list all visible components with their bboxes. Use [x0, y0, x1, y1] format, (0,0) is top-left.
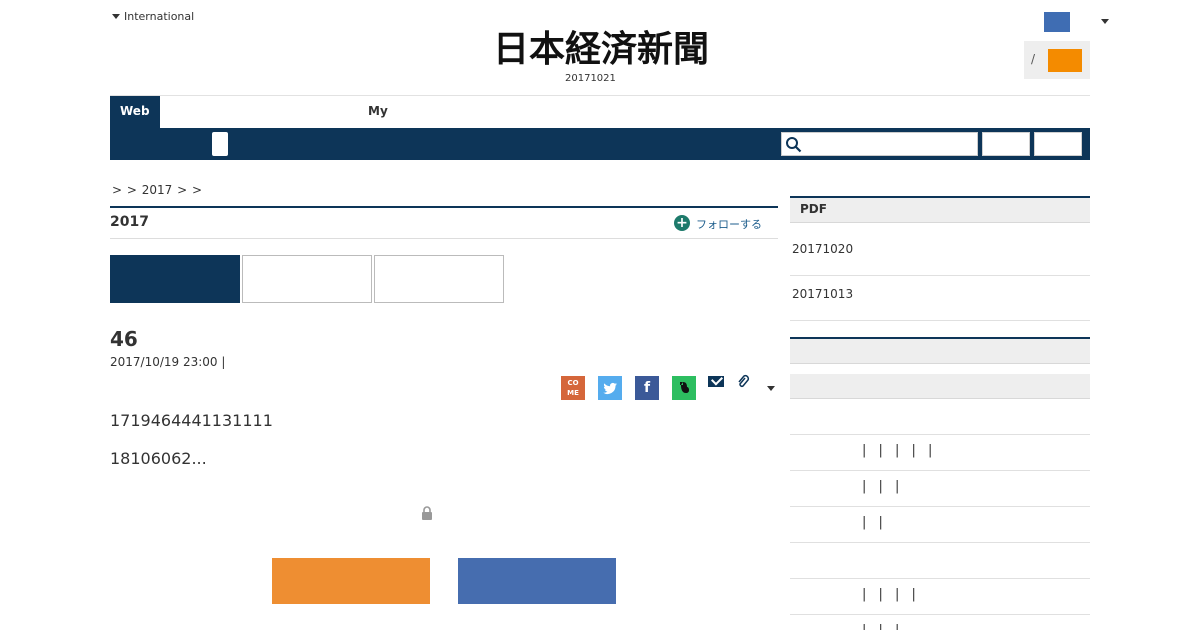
nikkei-logo[interactable]: 日本経済新聞: [454, 26, 748, 70]
paperclip-icon[interactable]: [736, 374, 750, 390]
ranking-row[interactable]: [790, 399, 1090, 435]
evernote-glyph: [680, 382, 689, 393]
pdf-list-item[interactable]: 20171013: [790, 269, 1090, 321]
ranking-row[interactable]: | |: [790, 507, 1090, 543]
ranking-header: [790, 337, 1090, 364]
advanced-search-button[interactable]: [1034, 132, 1082, 156]
caret-down-icon[interactable]: [1101, 19, 1109, 24]
international-menu[interactable]: International: [112, 10, 194, 23]
ranking-row[interactable]: | | | |: [790, 579, 1090, 615]
twitter-icon[interactable]: [598, 376, 622, 400]
caret-down-icon[interactable]: [767, 386, 775, 391]
ranking-row-text: | |: [862, 515, 887, 530]
login-cta-button[interactable]: [458, 558, 616, 604]
ranking-row-text: | | | |: [862, 587, 920, 602]
region-flag-button[interactable]: [1044, 12, 1070, 32]
subscribe-cta-button[interactable]: [272, 558, 430, 604]
ranking-row[interactable]: [790, 543, 1090, 579]
pdf-item-date: 20171020: [792, 242, 854, 256]
ranking-row-text: | | |: [862, 479, 904, 494]
nav-menu-item[interactable]: [212, 132, 228, 156]
header-divider: [110, 95, 1090, 96]
share-bar: CO ME f: [560, 374, 782, 400]
ranking-row-text: | | | | |: [862, 443, 937, 458]
facebook-icon[interactable]: f: [635, 376, 659, 400]
ranking-row[interactable]: | | | | |: [790, 435, 1090, 471]
logo-text: 日本経済新聞: [493, 28, 709, 70]
ranking-row[interactable]: | | |: [790, 615, 1090, 630]
twitter-bird-glyph: [603, 382, 617, 394]
pdf-section-title: PDF: [800, 202, 827, 216]
pdf-item-date: 20171013: [792, 287, 854, 301]
ranking-row-text: | | |: [862, 623, 903, 630]
section-title: 2017: [110, 214, 149, 230]
article-date: 2017/10/19 23:00 |: [110, 355, 226, 369]
pdf-section-header: [790, 196, 1090, 223]
search-input[interactable]: [781, 132, 978, 156]
login-separator: /: [1031, 52, 1036, 66]
caret-down-icon: [112, 14, 120, 19]
ranking-tabs[interactable]: [790, 374, 1090, 399]
subscribe-button[interactable]: [1048, 49, 1082, 72]
search-button[interactable]: [982, 132, 1030, 156]
breadcrumb[interactable]: > > 2017 > >: [112, 183, 202, 197]
article-body-line: 18106062...: [110, 449, 207, 468]
mail-icon[interactable]: [708, 376, 724, 387]
article-title: 46: [110, 327, 138, 351]
follow-button[interactable]: フォローする: [696, 216, 762, 232]
evernote-icon[interactable]: [672, 376, 696, 400]
paperclip-glyph: [738, 374, 750, 388]
plus-icon[interactable]: +: [674, 215, 690, 231]
tab-web[interactable]: Web: [110, 96, 160, 128]
subtab-3[interactable]: [374, 255, 504, 303]
international-label: International: [124, 10, 195, 23]
lock-icon: [422, 506, 432, 520]
ranking-row[interactable]: | | |: [790, 471, 1090, 507]
come-share-icon[interactable]: CO ME: [561, 376, 585, 400]
subtab-active[interactable]: [110, 255, 240, 303]
search-icon[interactable]: [785, 136, 802, 153]
subtab-2[interactable]: [242, 255, 372, 303]
issue-date: 20171021: [565, 73, 616, 84]
tab-my[interactable]: My: [368, 104, 388, 118]
article-body-line: 1719464441131111: [110, 411, 273, 430]
